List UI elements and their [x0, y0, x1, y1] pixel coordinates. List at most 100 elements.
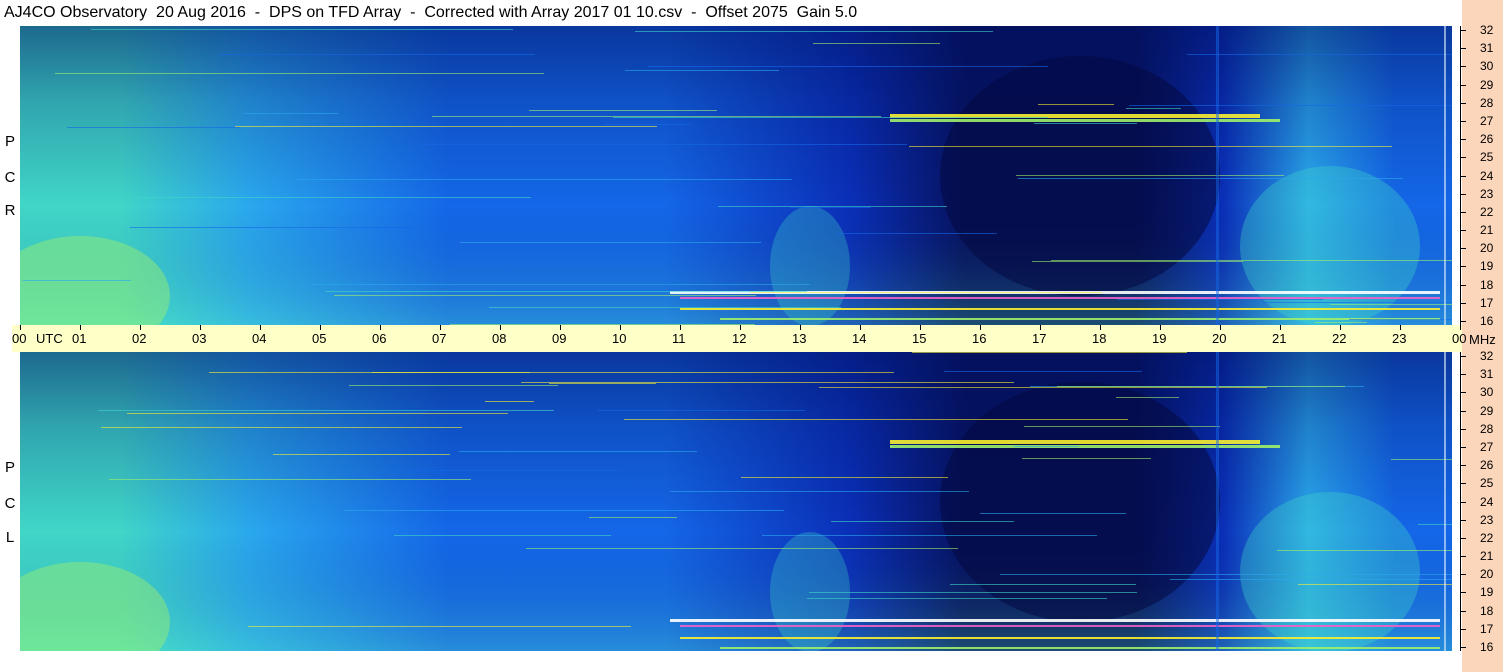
spectrogram-interference-line — [1016, 175, 1284, 176]
frequency-tick-label: 23 — [1480, 187, 1494, 201]
frequency-tick-label: 30 — [1480, 59, 1494, 73]
spectrogram-interference-line — [1034, 123, 1137, 124]
time-tick-label: 00 — [12, 331, 27, 346]
frequency-tick-mark — [1460, 392, 1466, 393]
time-tick-label: 19 — [1152, 331, 1167, 346]
spectrogram-interference-line — [1032, 261, 1243, 262]
time-tick-label: 14 — [852, 331, 867, 346]
frequency-tick-label: 20 — [1480, 241, 1494, 255]
spectrogram-interference-line — [130, 227, 519, 228]
frequency-tick-label: 26 — [1480, 132, 1494, 146]
frequency-tick-mark — [1460, 321, 1466, 322]
lcp-label-letter-1: P — [4, 459, 15, 476]
time-tick-label: 11 — [672, 331, 686, 346]
frequency-tick-label: 16 — [1480, 314, 1494, 328]
frequency-tick-mark — [1460, 520, 1466, 521]
frequency-tick-label: 16 — [1480, 640, 1494, 654]
spectrogram-interference-line — [349, 385, 558, 386]
time-tick-label: 08 — [492, 331, 507, 346]
time-axis: 00 01 02 03 04 05 06 07 08 09 10 11 12 13 14 15 16 17 18 19… — [12, 325, 1466, 352]
spectrogram-interference-line — [741, 477, 948, 478]
spectrogram-interference-line — [529, 110, 717, 111]
frequency-tick-mark — [1460, 538, 1466, 539]
spectrogram-lcp — [20, 352, 1452, 651]
spectrogram-interference-line — [1024, 426, 1220, 427]
spectrogram-interference-line — [1116, 397, 1179, 398]
time-tick-mark — [80, 325, 81, 330]
frequency-tick-mark — [1460, 483, 1466, 484]
spectrogram-bright-region — [1240, 492, 1420, 651]
spectrogram-interference-line — [67, 127, 240, 128]
time-tick-label: 09 — [552, 331, 567, 346]
frequency-tick-label: 23 — [1480, 513, 1494, 527]
frequency-tick-label: 30 — [1480, 385, 1494, 399]
time-tick-mark — [800, 325, 801, 330]
frequency-tick-label: 26 — [1480, 458, 1494, 472]
spectrogram-interference-line — [243, 113, 338, 114]
spectrogram-interference-line — [831, 521, 1014, 522]
time-tick-label: 05 — [312, 331, 327, 346]
spectrogram-vertical-streak — [1216, 26, 1219, 325]
spectrogram-interference-line — [813, 43, 940, 44]
frequency-tick-mark — [1460, 157, 1466, 158]
time-tick-mark — [20, 325, 21, 330]
spectrogram-interference-line — [809, 592, 1137, 593]
frequency-tick-mark — [1460, 139, 1466, 140]
spectrogram-interference-band — [680, 308, 1440, 310]
frequency-tick-mark — [1460, 374, 1466, 375]
spectrogram-interference-line — [598, 410, 805, 411]
spectrogram-interference-line — [944, 371, 1142, 372]
spectrogram-bright-region — [1240, 166, 1420, 325]
spectrogram-interference-line — [950, 584, 1136, 585]
spectrogram-dark-region — [940, 382, 1220, 622]
spectrogram-interference-line — [1170, 579, 1452, 580]
frequency-tick-label: 20 — [1480, 567, 1494, 581]
spectrogram-interference-line — [421, 144, 907, 145]
frequency-tick-label: 29 — [1480, 404, 1494, 418]
time-tick-label: 07 — [432, 331, 447, 346]
frequency-tick-label: 18 — [1480, 604, 1494, 618]
frequency-tick-label: 25 — [1480, 476, 1494, 490]
spectrogram-interference-line — [1000, 574, 1452, 575]
spectrogram-interference-line — [1277, 550, 1452, 551]
time-tick-label: 00 — [1452, 331, 1467, 346]
spectrogram-interference-line — [549, 383, 656, 384]
lcp-label-letter-3: L — [5, 529, 15, 546]
time-tick-label: 13 — [792, 331, 807, 346]
mhz-unit-label: MHz — [1469, 332, 1496, 347]
frequency-tick-mark — [1460, 647, 1466, 648]
spectrogram-interference-line — [1126, 108, 1181, 109]
spectrogram-interference-line — [1038, 104, 1114, 105]
spectrogram-interference-band — [680, 637, 1440, 639]
spectrogram-interference-line — [344, 510, 784, 511]
spectrogram-interference-line — [98, 410, 554, 411]
spectrogram-interference-line — [326, 291, 807, 292]
time-tick-mark — [1460, 325, 1461, 330]
spectrogram-bright-region — [770, 532, 850, 651]
spectrogram-interference-line — [127, 413, 508, 414]
frequency-tick-label: 17 — [1480, 622, 1494, 636]
time-tick-mark — [620, 325, 621, 330]
time-tick-label: 21 — [1272, 331, 1287, 346]
frequency-tick-mark — [1460, 429, 1466, 430]
spectrogram-interference-line — [297, 179, 792, 180]
time-tick-mark — [680, 325, 681, 330]
spectrogram-interference-band — [680, 297, 1440, 299]
frequency-tick-label: 19 — [1480, 585, 1494, 599]
spectrogram-interference-line — [613, 117, 1048, 118]
lcp-label-letter-2: C — [4, 495, 16, 512]
spectrogram-interference-line — [101, 427, 462, 428]
time-tick-mark — [1280, 325, 1281, 330]
time-tick-label: 01 — [72, 331, 87, 346]
window-title: AJ4CO Observatory 20 Aug 2016 - DPS on T… — [4, 4, 858, 21]
frequency-tick-mark — [1460, 502, 1466, 503]
frequency-tick-mark — [1460, 194, 1466, 195]
time-tick-mark — [1400, 325, 1401, 330]
frequency-tick-label: 29 — [1480, 78, 1494, 92]
time-tick-mark — [260, 325, 261, 330]
frequency-tick-mark — [1460, 574, 1466, 575]
frequency-tick-mark — [1460, 556, 1466, 557]
spectrogram-interference-line — [526, 548, 958, 549]
time-tick-mark — [200, 325, 201, 330]
utc-unit-label: UTC — [36, 331, 63, 346]
